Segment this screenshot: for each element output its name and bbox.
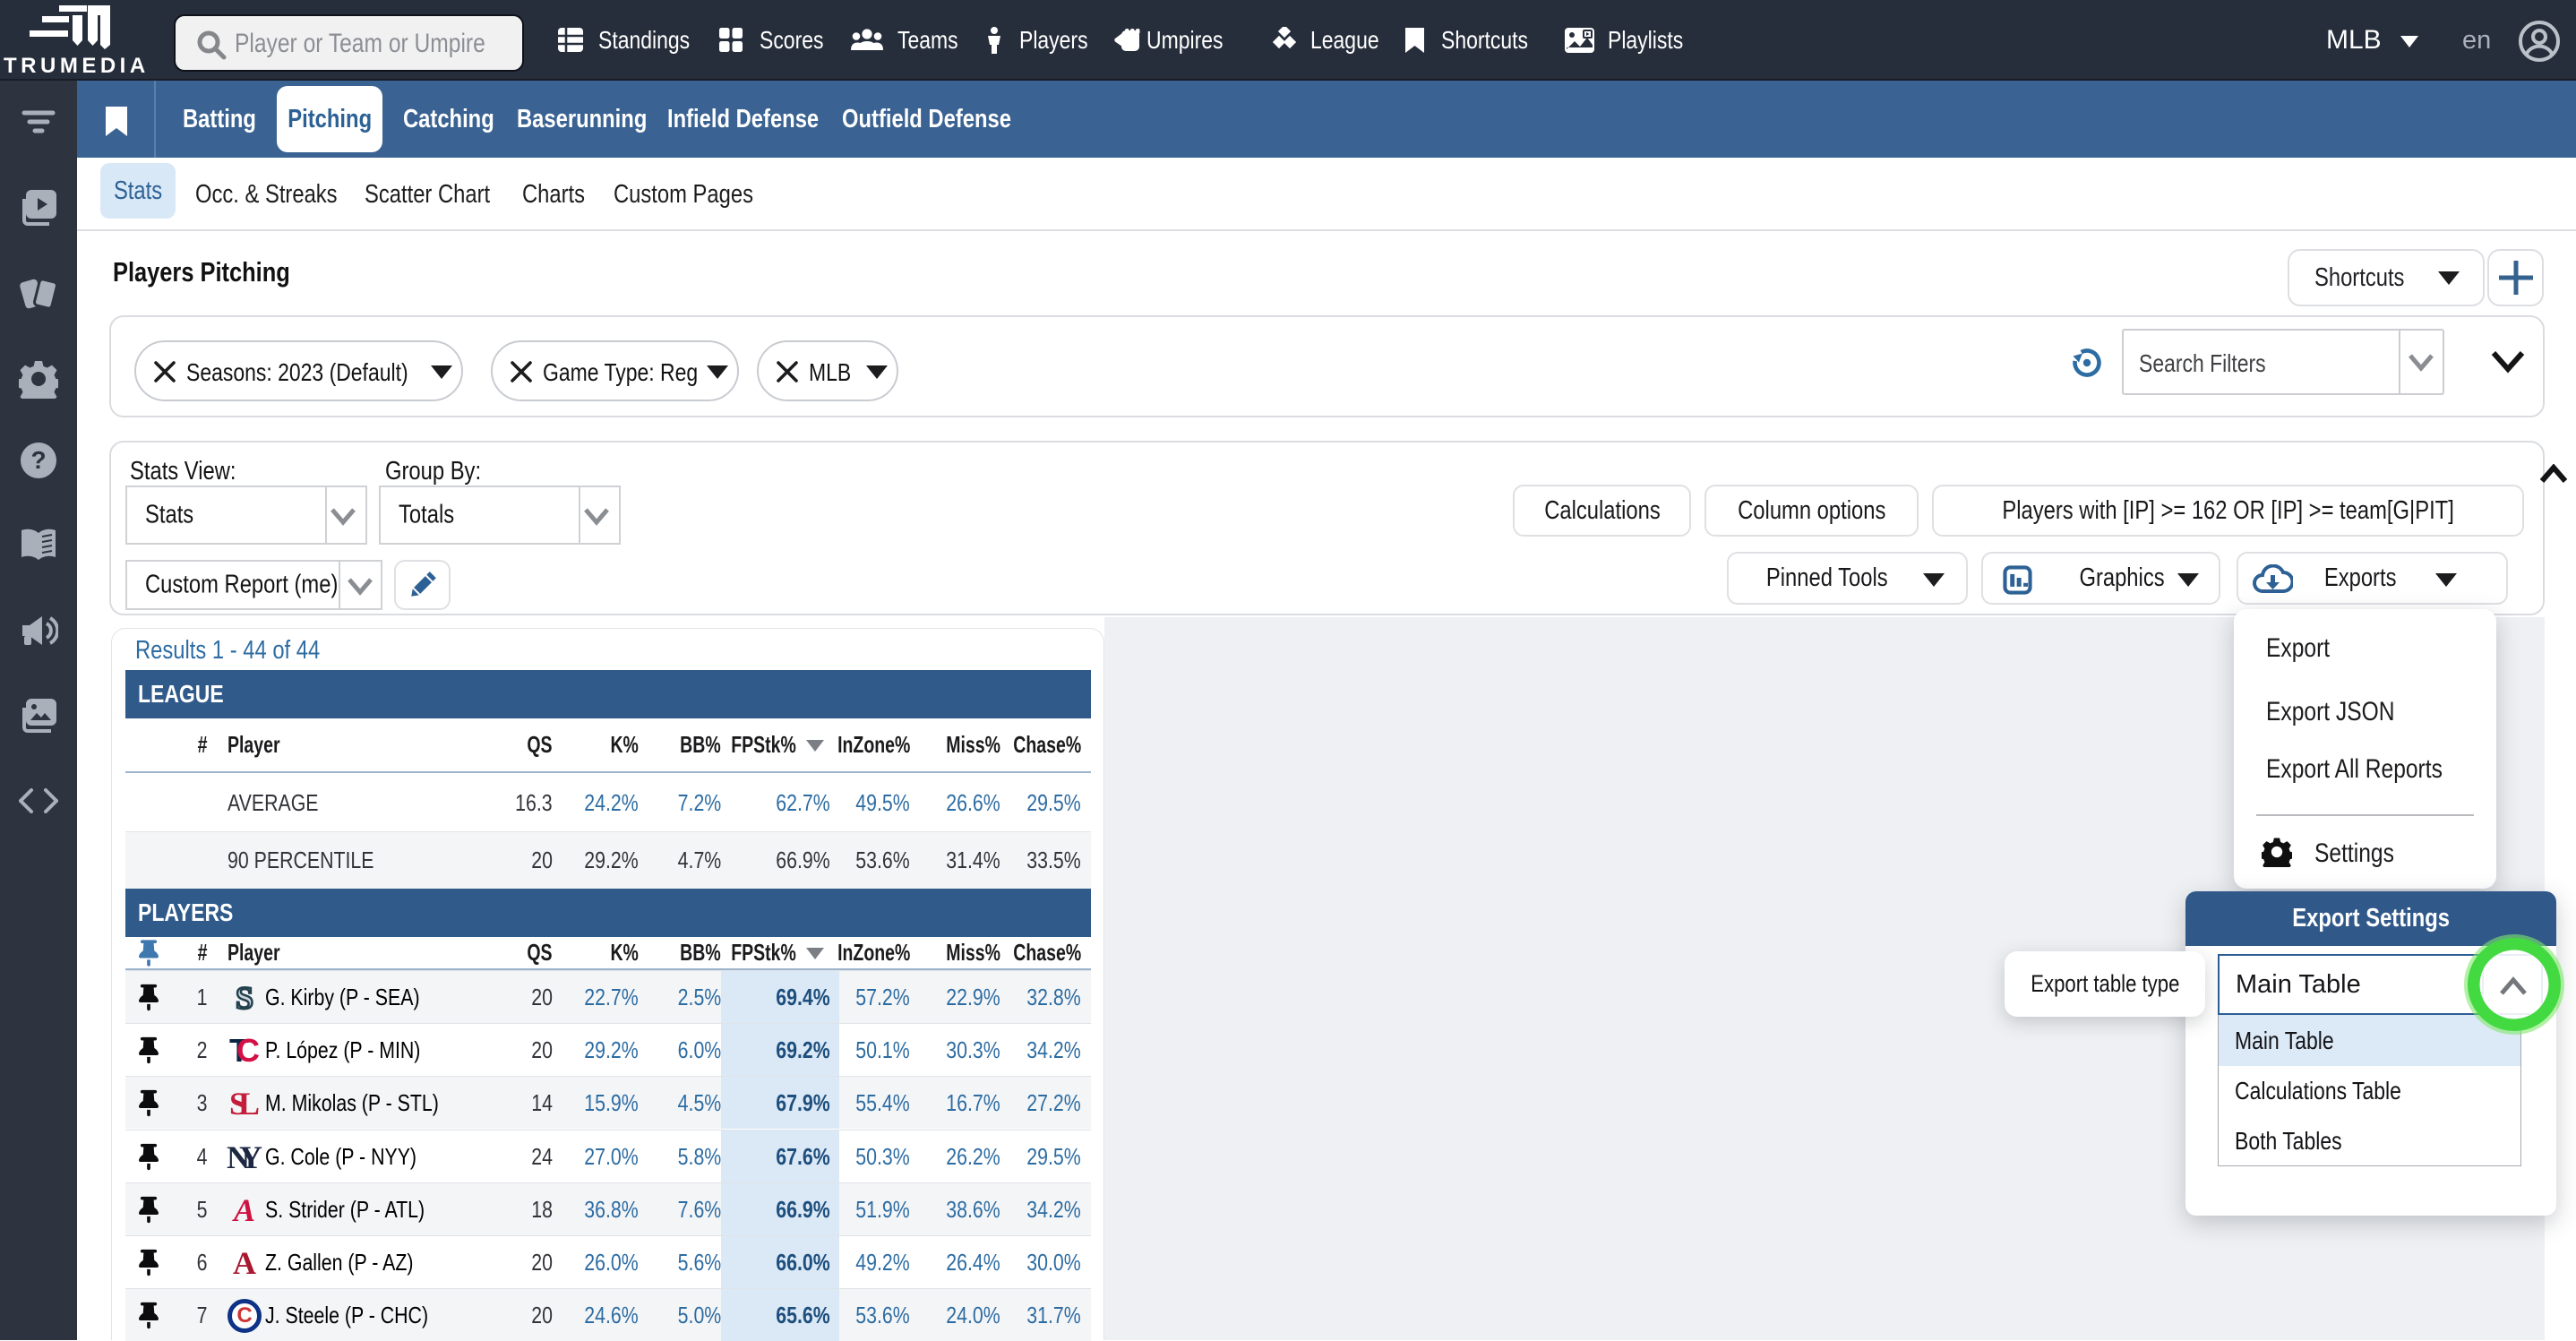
svg-text:?: ? <box>30 446 46 474</box>
